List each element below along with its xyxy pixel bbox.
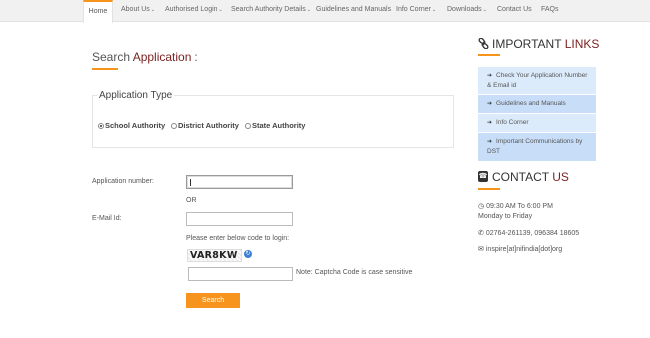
radio-school-authority[interactable]: School Authority [98, 121, 165, 130]
nav-about-us[interactable]: About Us⌄ [121, 0, 155, 22]
link-info-corner[interactable]: ➔ Info Corner [478, 114, 596, 133]
contact-phone: ✆ 02764-261139, 096384 18605 [478, 229, 579, 239]
important-links-heading-prefix: IMPORTANT [492, 37, 562, 51]
chevron-down-icon: ⌄ [482, 7, 487, 13]
contact-email-text: inspire[at]nifindia[dot]org [485, 246, 563, 253]
link-icon [478, 38, 489, 49]
important-links-heading: IMPORTANT LINKS [492, 37, 599, 51]
radio-button[interactable] [171, 122, 177, 129]
nav-home-label: Home [88, 8, 108, 15]
email-label: E-Mail Id: [92, 215, 122, 222]
nav-contact-us-label: Contact Us [497, 6, 532, 13]
page-title: Search Application: [92, 50, 198, 64]
radio-district-authority[interactable]: District Authority [171, 121, 239, 130]
email-input[interactable] [186, 212, 293, 226]
chevron-down-icon: ⌄ [218, 7, 223, 13]
nav-info-corner[interactable]: Info Corner⌄ [396, 0, 436, 22]
contact-us-heading-accent: US [552, 170, 569, 184]
nav-downloads[interactable]: Downloads⌄ [447, 0, 487, 22]
arrow-right-icon: ➔ [487, 73, 493, 79]
nav-search-authority[interactable]: Search Authority Details⌄ [231, 0, 311, 22]
radio-district-authority-label: District Authority [178, 121, 239, 130]
link-important-communications[interactable]: ➔ Important Communications by DST [478, 133, 596, 162]
arrow-right-icon: ➔ [487, 139, 493, 145]
page-title-accent: Application [132, 50, 192, 64]
link-guidelines-manuals[interactable]: ➔ Guidelines and Manuals [478, 95, 596, 114]
page-title-colon: : [194, 50, 198, 64]
important-links-underline [478, 54, 500, 56]
captcha-prompt: Please enter below code to login: [186, 235, 290, 242]
or-separator: OR [186, 197, 197, 204]
captcha-input[interactable] [188, 267, 293, 281]
link-important-communications-label: Important Communications by DST [487, 138, 583, 155]
nav-faqs[interactable]: FAQs [541, 0, 559, 22]
contact-hours-text: 09:30 AM To 6:00 PM [486, 203, 553, 210]
top-navbar: Home About Us⌄ Authorised Login⌄ Search … [0, 0, 650, 23]
refresh-icon[interactable]: ↻ [244, 250, 252, 258]
phone-small-icon: ✆ [478, 230, 484, 237]
arrow-right-icon: ➔ [487, 101, 493, 107]
page-title-prefix: Search [92, 50, 131, 64]
radio-button-checked[interactable] [98, 122, 104, 129]
radio-school-authority-label: School Authority [105, 121, 166, 130]
link-info-corner-label: Info Corner [496, 119, 529, 126]
nav-info-corner-label: Info Corner [396, 6, 432, 13]
contact-us-heading: CONTACT US [492, 170, 569, 184]
nav-authorised-login-label: Authorised Login [165, 6, 218, 13]
search-button[interactable]: Search [186, 293, 240, 308]
radio-button[interactable] [245, 122, 251, 129]
captcha-image: VAR8KW [187, 249, 242, 262]
contact-days: Monday to Friday [478, 213, 533, 220]
nav-home[interactable]: Home [83, 0, 113, 23]
application-number-label: Application number: [92, 178, 154, 185]
contact-us-underline [478, 188, 500, 190]
radio-state-authority-label: State Authority [252, 121, 306, 130]
nav-guidelines-label: Guidelines and Manuals [316, 6, 392, 13]
radio-state-authority[interactable]: State Authority [245, 121, 305, 130]
contact-hours: ◷ 09:30 AM To 6:00 PM [478, 202, 553, 212]
arrow-right-icon: ➔ [487, 120, 493, 126]
contact-email[interactable]: ✉ inspire[at]nifindia[dot]org [478, 245, 562, 255]
clock-icon: ◷ [478, 203, 485, 210]
captcha-note: Note: Captcha Code is case sensitive [296, 269, 413, 276]
link-check-application[interactable]: ➔ Check Your Application Number & Email i… [478, 67, 596, 95]
important-links-heading-accent: LINKS [564, 37, 600, 51]
text-cursor [190, 179, 191, 186]
nav-faqs-label: FAQs [541, 6, 559, 13]
link-guidelines-manuals-label: Guidelines and Manuals [496, 100, 566, 107]
nav-guidelines[interactable]: Guidelines and Manuals [316, 0, 391, 22]
contact-us-heading-prefix: CONTACT [492, 170, 549, 184]
application-number-input[interactable] [186, 175, 293, 189]
nav-authorised-login[interactable]: Authorised Login⌄ [165, 0, 223, 22]
nav-contact-us[interactable]: Contact Us [497, 0, 532, 22]
phone-icon: ☎ [478, 171, 488, 182]
nav-search-authority-label: Search Authority Details [231, 6, 306, 13]
envelope-icon: ✉ [478, 246, 484, 253]
application-type-legend: Application Type [97, 90, 175, 101]
chevron-down-icon: ⌄ [306, 7, 311, 13]
chevron-down-icon: ⌄ [150, 7, 155, 13]
nav-about-us-label: About Us [121, 6, 150, 13]
chevron-down-icon: ⌄ [432, 7, 437, 13]
contact-phone-text: 02764-261139, 096384 18605 [485, 230, 580, 237]
important-links-list: ➔ Check Your Application Number & Email i… [478, 67, 596, 162]
title-underline [92, 68, 118, 70]
link-check-application-label: Check Your Application Number & Email id [487, 72, 588, 89]
nav-downloads-label: Downloads [447, 6, 482, 13]
